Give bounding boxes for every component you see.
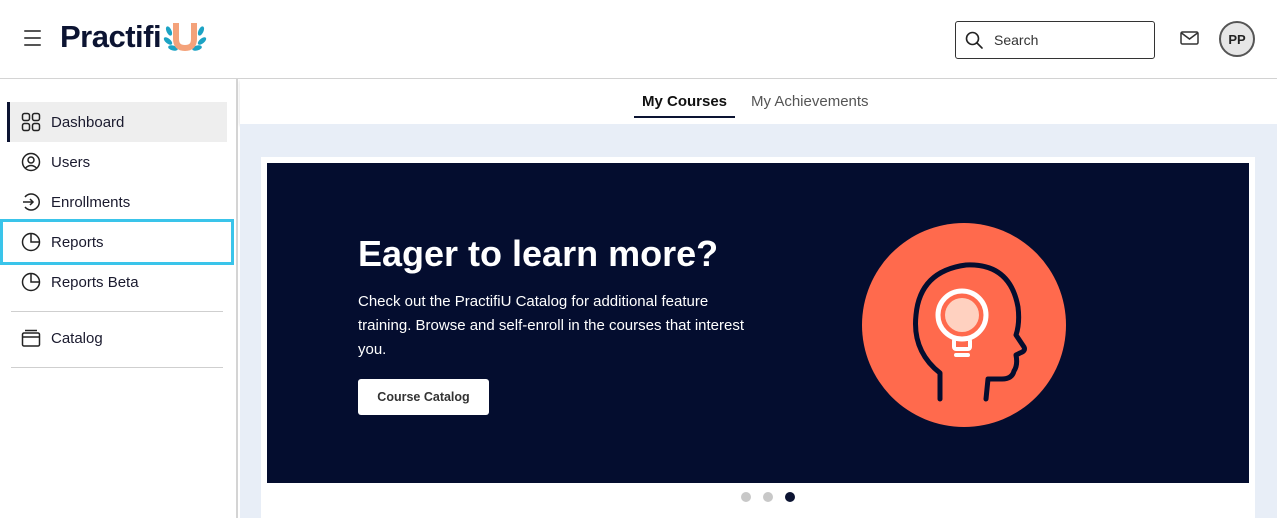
catalog-icon (21, 328, 41, 348)
tab-my-courses[interactable]: My Courses (634, 93, 736, 118)
carousel-dot-1[interactable] (741, 492, 751, 502)
sidebar-item-users[interactable]: Users (7, 142, 227, 182)
user-avatar[interactable]: PP (1219, 21, 1255, 57)
sidebar-item-catalog[interactable]: Catalog (7, 318, 227, 358)
hamburger-menu-icon[interactable] (24, 30, 42, 46)
pie-chart-icon (21, 232, 41, 252)
sidebar-divider (11, 311, 223, 312)
tab-my-achievements[interactable]: My Achievements (743, 93, 877, 116)
course-catalog-button[interactable]: Course Catalog (358, 379, 489, 415)
sidebar-item-label: Catalog (51, 329, 103, 347)
sidebar-nav: Dashboard Users Enrollments Reports Repo… (0, 79, 238, 518)
carousel-dot-2[interactable] (763, 492, 773, 502)
sidebar-item-label: Dashboard (51, 113, 125, 131)
practifiu-logo[interactable]: Practifi (60, 17, 207, 57)
banner-body: Check out the PractifiU Catalog for addi… (358, 293, 745, 358)
search-icon (965, 31, 983, 49)
enroll-icon (21, 192, 41, 212)
sidebar-item-dashboard[interactable]: Dashboard (7, 102, 227, 142)
tab-bar: My Courses My Achievements (240, 79, 1277, 124)
carousel-card: Eager to learn more? Check out the Pract… (261, 157, 1255, 518)
sidebar-item-reports-beta[interactable]: Reports Beta (7, 262, 227, 302)
logo-text: Practifi (60, 19, 162, 54)
sidebar-divider (11, 367, 223, 368)
sidebar-item-label: Enrollments (51, 193, 131, 211)
sidebar-item-label: Reports (51, 233, 104, 251)
sidebar-item-label: Reports Beta (51, 273, 139, 291)
logo-laurel-u-icon (163, 17, 207, 57)
search-input[interactable] (994, 32, 1144, 48)
carousel-dot-3[interactable] (785, 492, 795, 502)
mail-icon[interactable] (1180, 30, 1199, 46)
main-content: Eager to learn more? Check out the Pract… (240, 124, 1277, 518)
user-circle-icon (21, 152, 41, 172)
carousel-pagination (261, 492, 1255, 502)
search-box[interactable] (955, 21, 1155, 59)
grid-icon (21, 112, 41, 132)
head-lightbulb-icon (862, 223, 1066, 427)
sidebar-item-reports[interactable]: Reports (0, 219, 234, 265)
sidebar-item-enrollments[interactable]: Enrollments (7, 182, 227, 222)
sidebar-item-label: Users (51, 153, 91, 171)
banner-title: Eager to learn more? (358, 233, 719, 274)
top-header: Practifi PP (0, 0, 1277, 79)
pie-chart-icon (21, 272, 41, 292)
carousel-banner: Eager to learn more? Check out the Pract… (267, 163, 1249, 483)
